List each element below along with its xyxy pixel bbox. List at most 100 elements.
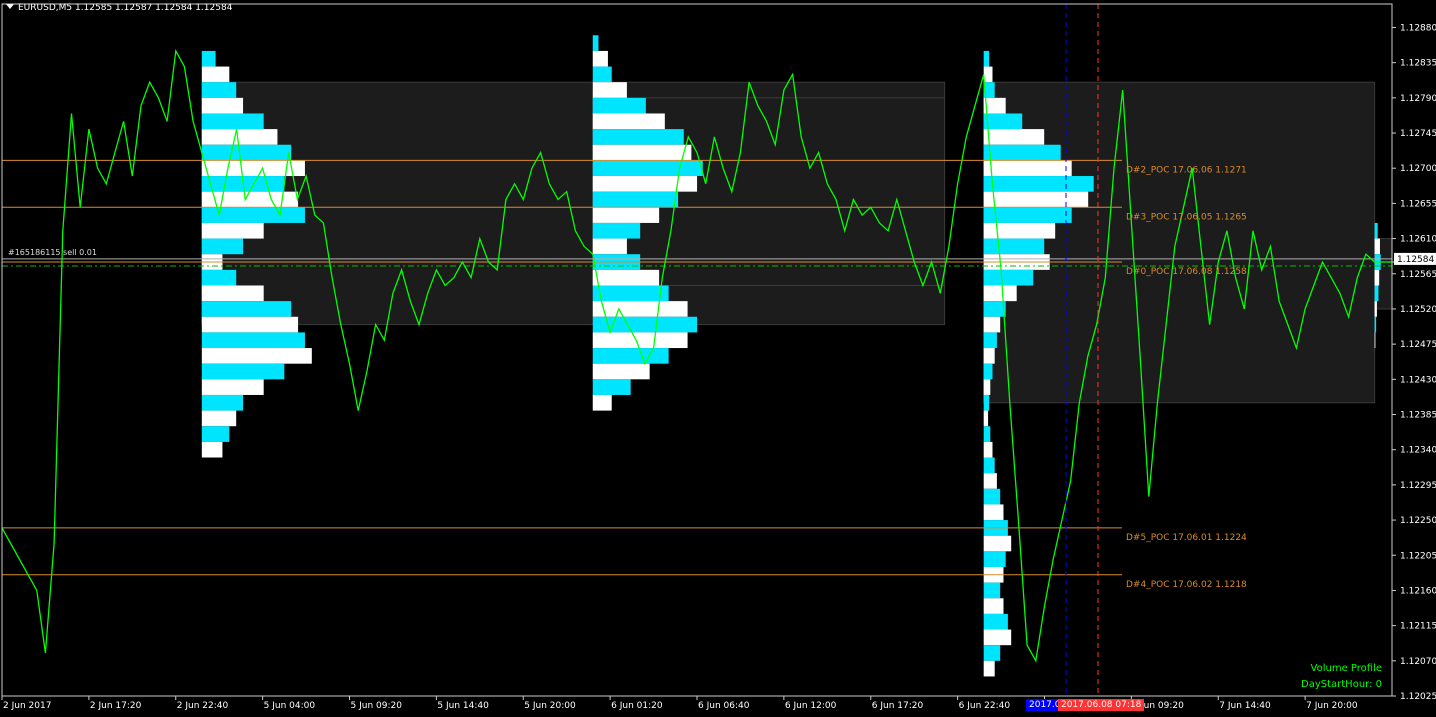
profile-2-bar-19 (983, 348, 995, 364)
profile-0-bar-11 (201, 222, 264, 239)
y-tick-label-19: 1.12025 (1400, 692, 1436, 702)
poc-label-1: D#3_POC 17.06.05 1.1265 (1126, 212, 1247, 222)
profile-1-bar-2 (592, 66, 612, 83)
y-tick-label-7: 1.12565 (1400, 270, 1436, 280)
profile-1-bar-4 (592, 97, 646, 114)
x-tick-label-4: 5 Jun 09:20 (351, 701, 403, 711)
profile-0-bar-7 (201, 160, 305, 177)
y-tick-label-1: 1.12835 (1400, 59, 1436, 69)
profile-1-bar-22 (592, 379, 631, 395)
profile-2-bar-8 (983, 176, 1094, 192)
y-axis: 1.12880 1.12835 1.12790 1.12745 1.12700 1.126… (1392, 23, 1436, 702)
y-tick-label-14: 1.12250 (1400, 516, 1436, 526)
y-tick-label-10: 1.12430 (1400, 375, 1436, 385)
profile-0-bar-1 (201, 66, 230, 83)
profile-2-bar-7 (983, 160, 1072, 177)
profile-2-bar-15 (983, 285, 1017, 302)
profile-2-bar-34 (983, 582, 1001, 599)
profile-2-bar-11 (983, 222, 1056, 239)
profile-2-bar-28 (983, 488, 1001, 505)
profile-2-bar-29 (983, 504, 1004, 521)
profile-2-bar-25 (983, 441, 993, 458)
profile-0-bar-23 (201, 410, 237, 427)
profile-1-bar-9 (592, 176, 698, 192)
profile-2-bar-35 (983, 598, 1004, 614)
profile-1-bar-3 (592, 82, 627, 98)
profile-2-bar-18 (983, 332, 997, 349)
price-chart[interactable]: 1.12880 1.12835 1.12790 1.12745 1.12700 1.126… (0, 0, 1436, 717)
profile-1-bar-19 (592, 332, 688, 349)
profile-0-bar-3 (201, 97, 244, 114)
menu-triangle-icon[interactable] (6, 4, 14, 9)
y-tick-label-16: 1.12160 (1400, 586, 1436, 596)
x-tick-label-14: 7 Jun 14:40 (1219, 701, 1271, 711)
profile-0-bar-17 (201, 316, 299, 333)
trade-label[interactable]: #165186115 sell 0.01 (8, 248, 97, 257)
y-tick-label-13: 1.12295 (1400, 481, 1436, 491)
profile-2-bar-17 (983, 316, 1001, 333)
profile-2-bar-20 (983, 363, 993, 380)
profile-1-bar-13 (592, 238, 627, 255)
y-tick-label-4: 1.12700 (1400, 164, 1436, 174)
profile-1-bar-23 (592, 394, 612, 411)
red-marker-label: 2017.06.08 07:18 (1058, 699, 1145, 711)
x-tick-label-2: 2 Jun 22:40 (177, 701, 229, 711)
profile-2-bar-0 (983, 50, 990, 67)
value-area-group (201, 81, 1393, 404)
y-tick-label-2: 1.12790 (1400, 94, 1436, 104)
profile-2-bar-26 (983, 457, 995, 474)
indicator-name: Volume Profile (1310, 663, 1382, 674)
y-tick-label-18: 1.12070 (1400, 657, 1436, 667)
profile-3-bar-0 (1374, 222, 1378, 239)
y-tick-label-17: 1.12115 (1400, 622, 1436, 632)
profile-0-bar-6 (201, 144, 292, 161)
profile-3-bar-5 (1374, 301, 1377, 317)
y-tick-label-8: 1.12520 (1400, 305, 1436, 315)
poc-label-2: D#0_POC 17.06.08 1.1258 (1126, 267, 1247, 277)
profile-0-bar-5 (201, 129, 278, 145)
y-tick-label-9: 1.12475 (1400, 340, 1436, 350)
profile-0-bar-0 (201, 50, 216, 67)
profile-2-bar-5 (983, 129, 1045, 145)
y-tick-label-5: 1.12655 (1400, 199, 1436, 209)
profile-1-bar-21 (592, 363, 650, 380)
x-tick-label-11: 6 Jun 22:40 (959, 701, 1011, 711)
profile-1-bar-8 (592, 160, 703, 177)
profile-1-bar-5 (592, 113, 665, 130)
profile-0-bar-19 (201, 348, 312, 364)
x-tick-label-15: 7 Jun 20:00 (1306, 701, 1358, 711)
y-tick-label-15: 1.12205 (1400, 551, 1436, 561)
profile-1-bar-1 (592, 50, 608, 67)
profile-1-bar-15 (592, 269, 660, 286)
x-tick-label-3: 5 Jun 04:00 (264, 701, 316, 711)
profile-1-bar-10 (592, 191, 679, 208)
profile-2-bar-32 (983, 551, 1006, 567)
poc-label-0: D#2_POC 17.06.06 1.1271 (1126, 165, 1247, 175)
profile-0-bar-18 (201, 332, 305, 349)
profile-2-bar-10 (983, 207, 1072, 223)
profile-0-bar-21 (201, 379, 264, 395)
poc-label-4: D#4_POC 17.06.02 1.1218 (1126, 580, 1247, 590)
profile-2-bar-21 (983, 379, 991, 395)
profile-0-bar-16 (201, 301, 292, 317)
profile-0-bar-25 (201, 441, 223, 458)
profile-1-bar-16 (592, 285, 669, 302)
profile-3-bar-3 (1374, 269, 1380, 286)
symbol-line: EURUSD,M5 1.12585 1.12587 1.12584 1.1258… (18, 3, 233, 13)
x-tick-label-0: 2 Jun 2017 (3, 701, 51, 711)
profile-2-bar-22 (983, 394, 990, 411)
profile-0-bar-2 (201, 82, 237, 98)
profile-2-bar-1 (983, 66, 993, 83)
profile-2-bar-36 (983, 613, 1008, 630)
profile-2-bar-12 (983, 238, 1045, 255)
profile-2-bar-14 (983, 269, 1034, 286)
profile-0-bar-4 (201, 113, 264, 130)
profile-1-bar-0 (592, 35, 599, 51)
profile-2-bar-6 (983, 144, 1061, 161)
profile-2-bar-4 (983, 113, 1023, 130)
x-tick-label-6: 5 Jun 20:00 (524, 701, 576, 711)
profile-3-bar-6 (1374, 316, 1377, 333)
symbol-title[interactable]: EURUSD,M5 1.12585 1.12587 1.12584 1.1258… (6, 3, 232, 13)
profile-3-bar-4 (1374, 285, 1379, 302)
x-tick-label-7: 6 Jun 01:20 (611, 701, 663, 711)
